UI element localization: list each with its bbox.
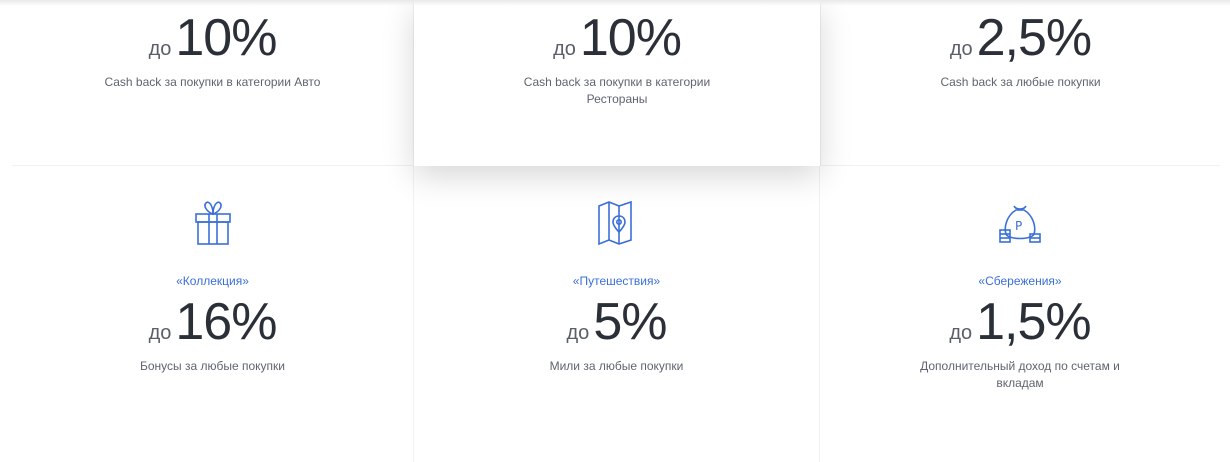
rate-prefix: до (148, 322, 172, 344)
rate: до 2,5% (821, 12, 1220, 64)
rewards-grid: до 10% Cash back за покупки в категории … (12, 0, 1220, 462)
rate-value: 10% (175, 9, 277, 67)
rate-prefix: до (553, 38, 576, 60)
travel-card: «Путешествия» до 5% Мили за любые покупк… (414, 166, 820, 462)
program-name[interactable]: «Сбережения» (820, 274, 1220, 288)
card-description: Cash back за покупки в категории Рестора… (523, 75, 711, 106)
savings-card: P «Сбережения» до 1,5% Дополнительный до… (820, 166, 1220, 462)
card-description: Cash back за покупки в категории Авто (104, 75, 321, 89)
rate-prefix: до (949, 38, 973, 60)
svg-text:P: P (1015, 219, 1022, 233)
rate-prefix: до (949, 322, 973, 344)
cashback-auto-card: до 10% Cash back за покупки в категории … (12, 0, 414, 166)
program-name[interactable]: «Путешествия» (414, 274, 819, 288)
rate-value: 1,5% (976, 293, 1092, 351)
program-name[interactable]: «Коллекция» (12, 274, 413, 288)
rate-value: 5% (593, 293, 667, 351)
rate-prefix: до (148, 38, 172, 60)
rate: до 10% (414, 12, 820, 64)
cashback-any-card: до 2,5% Cash back за любые покупки (820, 0, 1220, 166)
top-divider (0, 0, 1230, 6)
rate-prefix: до (566, 322, 590, 344)
collection-card: «Коллекция» до 16% Бонусы за любые покуп… (12, 166, 414, 462)
card-description: Бонусы за любые покупки (139, 359, 286, 373)
card-description: Cash back за любые покупки (940, 75, 1101, 89)
rate: до 10% (12, 12, 413, 64)
map-pin-icon (597, 200, 632, 246)
rewards-page: до 10% Cash back за покупки в категории … (0, 0, 1230, 462)
rate-value: 2,5% (976, 9, 1093, 67)
rate-value: 10% (579, 9, 682, 67)
money-bag-icon: P (999, 205, 1041, 243)
gift-icon (194, 201, 231, 245)
rate: до 5% (414, 296, 819, 348)
card-description: Мили за любые покупки (549, 359, 684, 373)
rate: до 16% (12, 296, 413, 348)
card-description: Дополнительный доход по счетам и вкладам (920, 359, 1120, 390)
cashback-restaurants-card[interactable]: до 10% Cash back за покупки в категории … (414, 0, 820, 166)
rate-value: 16% (175, 293, 277, 351)
rate: до 1,5% (820, 296, 1220, 348)
